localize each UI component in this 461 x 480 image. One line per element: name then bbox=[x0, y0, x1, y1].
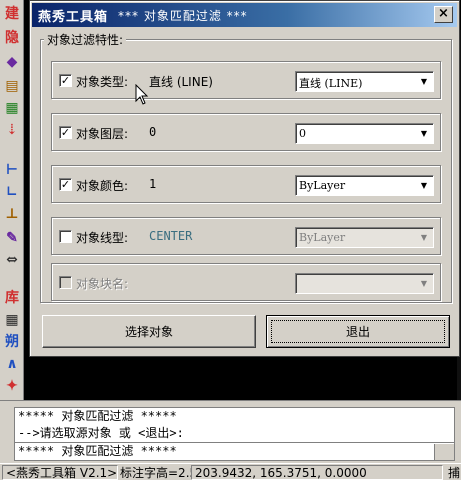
type-value: 直线 (LINE) bbox=[149, 75, 213, 89]
left-toolbar: 建 隐 ◆ ▤ ▦ ⇣ ⊢ ∟ ⊥ ✎ ⇔ 库 ▦ 朔 ∧ ✦ bbox=[0, 0, 24, 400]
blockname-dropdown: ▼ bbox=[295, 273, 434, 294]
color-dropdown-value: ByLayer bbox=[299, 179, 346, 192]
linetype-dropdown[interactable]: ByLayer ▼ bbox=[295, 227, 434, 248]
stretch-icon[interactable]: ⇔ bbox=[2, 250, 22, 270]
layer-label[interactable]: 对象图层: bbox=[76, 125, 128, 142]
group-title: 对象过滤特性: bbox=[44, 31, 127, 48]
linetype-label[interactable]: 对象线型: bbox=[76, 229, 128, 246]
filter-row-color: ✓ 对象颜色: 1 ByLayer ▼ bbox=[51, 165, 441, 203]
exit-button[interactable]: 退出 bbox=[266, 315, 450, 348]
text-tool-icon[interactable]: 朔 bbox=[2, 332, 22, 352]
close-button[interactable]: × bbox=[434, 6, 453, 23]
command-line: ***** 对象匹配过滤 ***** bbox=[18, 409, 177, 423]
type-dropdown-value: 直线 (LINE) bbox=[299, 77, 363, 90]
command-history[interactable]: ***** 对象匹配过滤 ***** -->请选取源对象 或 <退出>: ***… bbox=[14, 407, 455, 461]
linetype-value: CENTER bbox=[149, 229, 193, 243]
type-checkbox[interactable]: ✓ bbox=[59, 74, 72, 87]
status-bar: <燕秀工具箱 V2.1> 标注字高=2.5 203.9432, 165.3751… bbox=[0, 463, 461, 480]
blockname-checkbox bbox=[59, 276, 72, 289]
chevron-down-icon[interactable]: ▼ bbox=[416, 229, 432, 246]
layer-dropdown[interactable]: 0 ▼ bbox=[295, 123, 434, 144]
command-separator bbox=[15, 442, 454, 443]
chevron-down-icon[interactable]: ▼ bbox=[416, 73, 432, 90]
filter-row-type: ✓ 对象类型: 直线 (LINE) 直线 (LINE) ▼ bbox=[51, 61, 441, 99]
title-app-name: 燕秀工具箱 bbox=[38, 9, 109, 25]
chevron-down-icon: ▼ bbox=[420, 279, 428, 288]
linetype-checkbox[interactable] bbox=[59, 230, 72, 243]
edit-icon[interactable]: ✎ bbox=[2, 228, 22, 248]
object-filter-dialog: 燕秀工具箱 *** 对象匹配过滤 *** × 对象过滤特性: ✓ 对象类型: 直… bbox=[29, 0, 460, 357]
perpendicular-icon[interactable]: ⊥ bbox=[2, 204, 22, 224]
filter-row-layer: ✓ 对象图层: 0 0 ▼ bbox=[51, 113, 441, 151]
shapes-icon[interactable]: ◆ bbox=[2, 52, 22, 72]
type-label[interactable]: 对象类型: bbox=[76, 73, 128, 90]
linetype-dropdown-value: ByLayer bbox=[299, 231, 346, 244]
type-dropdown[interactable]: 直线 (LINE) ▼ bbox=[295, 71, 434, 92]
title-bar[interactable]: 燕秀工具箱 *** 对象匹配过滤 *** × bbox=[32, 3, 457, 27]
status-coordinates: 203.9432, 165.3751, 0.0000 bbox=[191, 465, 443, 480]
color-checkbox[interactable]: ✓ bbox=[59, 178, 72, 191]
filter-row-blockname: 对象块名: ▼ bbox=[51, 263, 441, 301]
layer-value: 0 bbox=[149, 125, 157, 139]
color-label[interactable]: 对象颜色: bbox=[76, 177, 128, 194]
layers-icon[interactable]: ▤ bbox=[2, 76, 22, 96]
color-value: 1 bbox=[149, 177, 157, 191]
status-snap-toggle[interactable]: 捕 bbox=[445, 465, 461, 480]
color-icon[interactable]: ▦ bbox=[2, 98, 22, 118]
command-line: ***** 对象匹配过滤 ***** bbox=[18, 444, 177, 458]
command-scrollbar[interactable] bbox=[434, 444, 454, 460]
color-dropdown[interactable]: ByLayer ▼ bbox=[295, 175, 434, 196]
status-text-height: 标注字高=2.5 bbox=[120, 466, 192, 480]
line-tool-icon[interactable]: ∧ bbox=[2, 354, 22, 374]
blockname-label: 对象块名: bbox=[76, 277, 129, 291]
focus-rect bbox=[271, 320, 445, 343]
dimension-icon[interactable]: ⊢ bbox=[2, 160, 22, 180]
hide-icon[interactable]: 隐 bbox=[2, 28, 22, 48]
status-app-version: <燕秀工具箱 V2.1> bbox=[2, 465, 118, 480]
select-object-button[interactable]: 选择对象 bbox=[42, 315, 256, 348]
symbol-icon[interactable]: ✦ bbox=[2, 376, 22, 396]
filter-row-linetype: 对象线型: CENTER ByLayer ▼ bbox=[51, 217, 441, 255]
command-line: -->请选取源对象 或 <退出>: bbox=[18, 426, 184, 440]
command-window: ***** 对象匹配过滤 ***** -->请选取源对象 或 <退出>: ***… bbox=[0, 400, 461, 462]
chevron-down-icon[interactable]: ▼ bbox=[416, 125, 432, 142]
angle-icon[interactable]: ∟ bbox=[2, 182, 22, 202]
title-subtitle: *** 对象匹配过滤 *** bbox=[118, 8, 248, 23]
layer-checkbox[interactable]: ✓ bbox=[59, 126, 72, 139]
chevron-down-icon[interactable]: ▼ bbox=[416, 177, 432, 194]
build-icon[interactable]: 建 bbox=[2, 4, 22, 24]
mouse-cursor-icon bbox=[135, 84, 149, 105]
library-icon[interactable]: 库 bbox=[2, 288, 22, 308]
table-icon[interactable]: ▦ bbox=[2, 310, 22, 330]
move-down-icon[interactable]: ⇣ bbox=[2, 120, 22, 140]
layer-dropdown-value: 0 bbox=[299, 127, 306, 140]
